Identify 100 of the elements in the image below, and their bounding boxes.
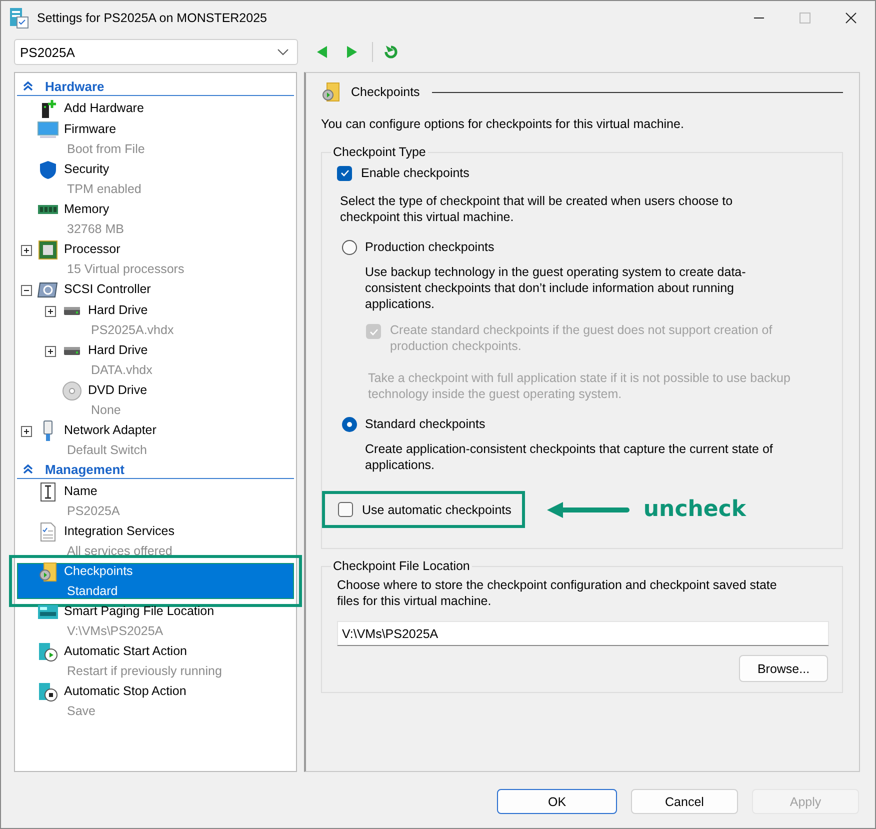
item-name: Firmware bbox=[64, 121, 118, 138]
tree-item[interactable]: DVD Drive None bbox=[15, 380, 296, 420]
expander-icon[interactable] bbox=[45, 306, 56, 316]
chevron-down-icon bbox=[277, 48, 289, 56]
item-detail: 15 Virtual processors bbox=[66, 260, 184, 278]
annotation-text: uncheck bbox=[643, 497, 746, 522]
item-name: Integration Services bbox=[64, 523, 174, 540]
tree-item[interactable]: Integration Services All services offered bbox=[15, 521, 296, 561]
item-name: Memory bbox=[64, 201, 110, 218]
item-detail: 32768 MB bbox=[66, 220, 124, 238]
checkbox[interactable] bbox=[337, 166, 352, 180]
description-text: Choose where to store the checkpoint configuration and checkpoint saved state files for this virtual machine. bbox=[337, 577, 778, 609]
item-name: Automatic Start Action bbox=[64, 643, 188, 660]
intro-text: You can configure options for checkpoints for this virtual machine. bbox=[321, 117, 685, 131]
settings-app-icon bbox=[9, 7, 29, 29]
item-detail: Default Switch bbox=[66, 442, 148, 458]
disc-icon bbox=[62, 381, 82, 401]
radio-button[interactable] bbox=[342, 240, 357, 254]
collapse-icon[interactable] bbox=[23, 464, 33, 474]
checkpoint-folder-icon bbox=[38, 562, 58, 582]
close-icon[interactable] bbox=[845, 12, 857, 24]
option-description: Create application-consistent checkpoints that capture the current state of applications. bbox=[364, 441, 774, 473]
network-adapter-icon bbox=[42, 420, 54, 442]
tree-item[interactable]: Automatic Start Action Restart if previously running bbox=[15, 641, 296, 681]
note-text: Take a checkpoint with full application state if it is not possible to use backup technology inside the guest operating system. bbox=[367, 370, 792, 402]
checkpoint-folder-icon bbox=[321, 82, 341, 102]
item-name: SCSI Controller bbox=[64, 281, 151, 298]
radio-button[interactable] bbox=[342, 416, 357, 432]
expander-icon[interactable] bbox=[21, 244, 32, 256]
item-name: Smart Paging File Location bbox=[64, 603, 214, 620]
item-detail: Restart if previously running bbox=[66, 662, 222, 680]
path-field[interactable]: V:\VMs\PS2025A bbox=[337, 621, 829, 646]
shield-icon bbox=[39, 160, 57, 180]
item-detail: Boot from File bbox=[66, 140, 145, 158]
checkpoint-type-radio[interactable]: Standard checkpoints bbox=[337, 414, 828, 434]
refresh-icon[interactable] bbox=[383, 44, 399, 60]
monitor-icon bbox=[37, 121, 59, 139]
stop-action-icon bbox=[38, 682, 58, 702]
expander-icon[interactable] bbox=[21, 426, 32, 436]
checkpoint-type-radio[interactable]: Production checkpoints bbox=[337, 237, 828, 257]
chip-icon bbox=[38, 240, 58, 260]
tree-item[interactable]: Checkpoints Standard bbox=[15, 561, 296, 601]
play-action-icon bbox=[38, 642, 58, 662]
item-detail: Save bbox=[66, 702, 96, 720]
tree-item[interactable]: Automatic Stop Action Save bbox=[15, 681, 296, 721]
tree-item[interactable]: Smart Paging File Location V:\VMs\PS2025A bbox=[15, 601, 296, 641]
checklist-icon bbox=[40, 522, 56, 542]
item-detail: PS2025A bbox=[66, 502, 120, 520]
tree-item[interactable]: Add Hardware bbox=[15, 98, 296, 119]
item-name: Add Hardware bbox=[64, 100, 144, 117]
expander-icon[interactable] bbox=[45, 346, 56, 356]
item-name: Name bbox=[64, 483, 98, 500]
group-label: Checkpoint Type bbox=[332, 145, 427, 159]
tree-item[interactable]: Processor 15 Virtual processors bbox=[15, 239, 296, 279]
hard-drive-icon bbox=[63, 346, 81, 356]
check-icon bbox=[368, 326, 378, 336]
group-label: Checkpoint File Location bbox=[332, 559, 471, 573]
tree-item[interactable]: Memory 32768 MB bbox=[15, 199, 296, 239]
tree-item[interactable]: Hard Drive PS2025A.vhdx bbox=[15, 300, 296, 340]
item-name: Network Adapter bbox=[64, 422, 156, 439]
tree-item[interactable]: Name PS2025A bbox=[15, 481, 296, 521]
tree-item[interactable]: Firmware Boot from File bbox=[15, 119, 296, 159]
text-cursor-icon bbox=[40, 482, 56, 502]
tree-item[interactable]: Security TPM enabled bbox=[15, 159, 296, 199]
item-name: Processor bbox=[64, 241, 122, 258]
item-name: Hard Drive bbox=[88, 342, 149, 359]
enable-checkbox[interactable]: Enable checkpoints bbox=[337, 163, 828, 183]
section-header[interactable]: Hardware bbox=[17, 77, 294, 96]
controller-card-icon bbox=[37, 281, 59, 299]
tree-item[interactable]: SCSI Controller bbox=[15, 279, 296, 300]
hard-drive-icon bbox=[63, 306, 81, 316]
window-title: Settings for PS2025A on MONSTER2025 bbox=[37, 11, 267, 25]
dialog-button[interactable]: OK bbox=[497, 789, 617, 814]
item-name: Security bbox=[64, 161, 110, 178]
item-detail: Standard bbox=[66, 582, 119, 600]
item-name: Checkpoints bbox=[64, 563, 133, 580]
item-detail: All services offered bbox=[66, 542, 174, 560]
page-heading: Checkpoints bbox=[351, 85, 420, 99]
dialog-button[interactable]: Cancel bbox=[631, 789, 738, 814]
checkbox[interactable] bbox=[338, 502, 353, 517]
check-icon bbox=[340, 168, 350, 178]
item-detail: PS2025A.vhdx bbox=[90, 322, 174, 338]
memory-module-icon bbox=[37, 604, 59, 620]
item-detail: DATA.vhdx bbox=[90, 362, 152, 378]
section-header[interactable]: Management bbox=[17, 460, 294, 479]
expander-icon[interactable] bbox=[21, 284, 32, 296]
option-description: Use backup technology in the guest operating system to create data-consistent checkpoints that don’t include information about running applications. bbox=[364, 264, 747, 312]
add-hardware-icon bbox=[39, 100, 57, 118]
automatic-checkbox[interactable]: Use automatic checkpoints bbox=[322, 491, 526, 528]
item-detail: None bbox=[90, 402, 122, 418]
item-name: DVD Drive bbox=[88, 382, 148, 399]
item-detail: TPM enabled bbox=[66, 180, 142, 198]
collapse-icon[interactable] bbox=[23, 81, 33, 91]
item-name: Hard Drive bbox=[88, 302, 149, 319]
vm-dropdown[interactable]: PS2025A bbox=[14, 39, 298, 65]
tree-item[interactable]: Hard Drive DATA.vhdx bbox=[15, 340, 296, 380]
browse-button[interactable]: Browse... bbox=[739, 655, 828, 682]
tree-item[interactable]: Network Adapter Default Switch bbox=[15, 420, 296, 460]
memory-module-icon bbox=[37, 204, 59, 216]
description-text: Select the type of checkpoint that will be created when users choose to checkpoint this virtual machine. bbox=[339, 193, 734, 225]
